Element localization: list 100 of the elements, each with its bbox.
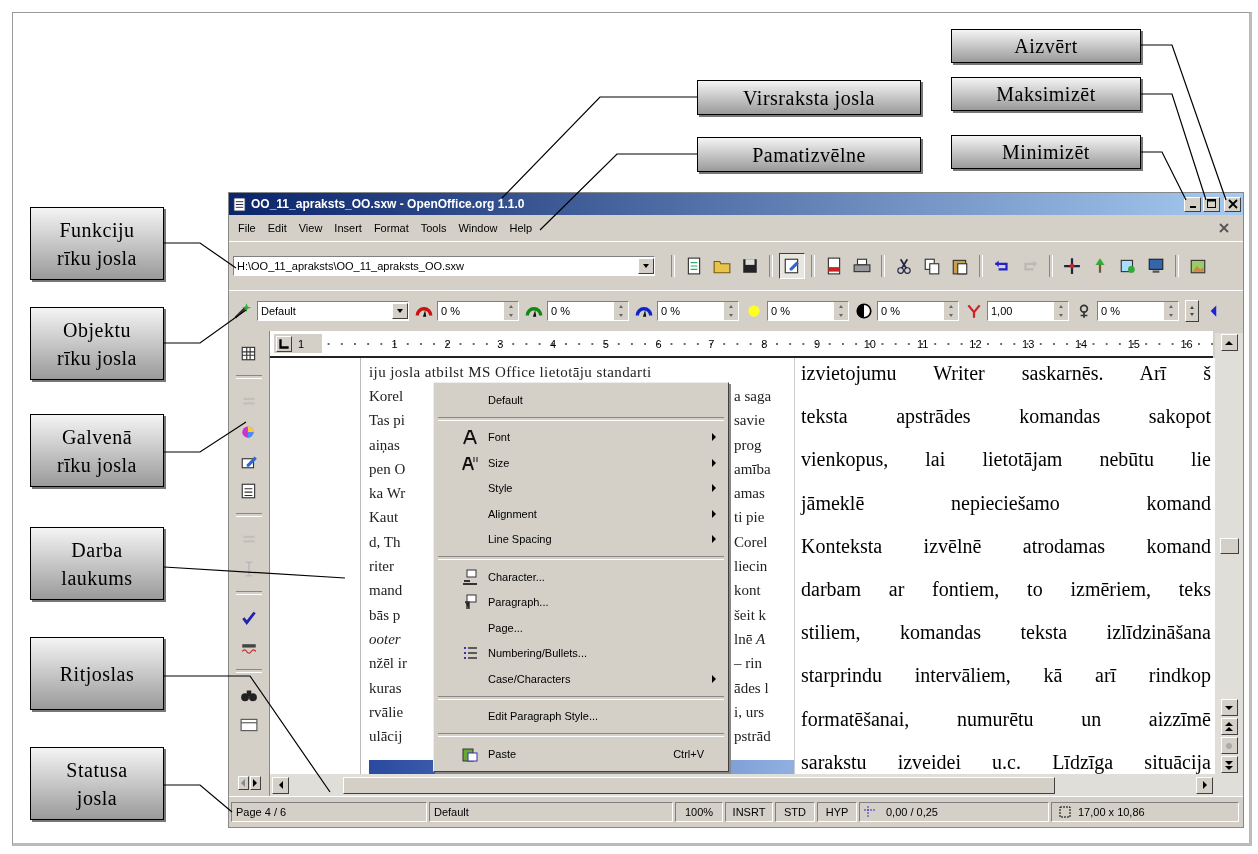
minimize-icon <box>1189 206 1196 208</box>
next-page-button[interactable] <box>1220 756 1238 773</box>
submenu-arrow-icon <box>712 484 716 493</box>
scroll-right-button[interactable] <box>1196 776 1213 794</box>
text-line: Konteksta izvēlnē atrodamas komand <box>801 533 1211 559</box>
close-button[interactable] <box>1224 196 1241 212</box>
text-fragment: a saga <box>734 388 773 406</box>
status-field: Page 4 / 6 <box>231 802 427 822</box>
edit-file-button[interactable] <box>779 253 805 279</box>
menu-item[interactable]: Insert <box>329 220 367 236</box>
spin-field[interactable]: 0 % <box>877 301 959 321</box>
maximize-button[interactable] <box>1203 196 1220 212</box>
menu-item[interactable]: Tools <box>415 220 452 236</box>
text-fragment: lnē A <box>734 630 767 649</box>
callout-label: Minimizēt <box>951 135 1141 169</box>
menu-item[interactable]: Window <box>453 220 503 236</box>
ruler-number: 15 <box>1126 336 1141 351</box>
spin-field[interactable]: 1,00 <box>987 301 1069 321</box>
ruler-number: 6 <box>654 336 663 351</box>
text-line: formatēšanai, numurētu un aizzīmē <box>801 706 1211 732</box>
menu-item[interactable]: Size <box>434 450 728 476</box>
navigation-button[interactable] <box>1220 737 1238 754</box>
text-fragment: Kaut <box>369 509 400 528</box>
scroll-right-button[interactable] <box>249 776 261 790</box>
window-title: OO_11_apraksts_OO.sxw - OpenOffice.org 1.1.0 <box>251 197 526 211</box>
callout-label: Funkciju rīku josla <box>30 207 164 280</box>
text-fragment: šeit k <box>734 606 768 625</box>
ruler-number: 1 <box>298 336 305 351</box>
menu-item[interactable]: Edit <box>262 220 292 236</box>
spin-field[interactable]: 0 % <box>547 301 629 321</box>
menu-item[interactable]: Paragraph... <box>434 589 728 615</box>
scroll-left-button[interactable] <box>272 776 289 794</box>
scroll-left-button[interactable] <box>237 776 249 790</box>
text-fragment: liecin <box>734 558 769 577</box>
text-fragment: ulācij <box>369 728 404 747</box>
document-icon <box>240 482 258 500</box>
menu-item[interactable]: Paste Ctrl+V <box>434 741 728 767</box>
menu-item[interactable]: Default <box>434 387 728 413</box>
text-fragment: ti pie <box>734 509 766 528</box>
text-fragment: ooter <box>369 630 402 649</box>
toolbar-scroll-button[interactable] <box>1185 300 1199 322</box>
character-icon <box>462 568 478 585</box>
spin-field[interactable]: 0 % <box>1097 301 1179 321</box>
ruler-number: 11 <box>915 336 930 351</box>
text-fragment: aiņas <box>369 436 401 455</box>
address-field[interactable]: H:\OO_11_apraksts\OO_11_apraksts_OO.sxw <box>233 256 655 276</box>
text-fragment: savie <box>734 412 766 431</box>
scroll-down-button[interactable] <box>1220 699 1238 716</box>
menu-item[interactable]: Alignment <box>434 501 728 527</box>
bullet-list-icon <box>462 645 478 662</box>
menu-item[interactable]: Font <box>434 424 728 450</box>
text-line: starprindu intervāliem, kā arī rindkop <box>801 663 1211 689</box>
menu-item[interactable]: Format <box>368 220 414 236</box>
object-size-icon <box>1056 806 1072 818</box>
status-field: 17,00 x 10,86 <box>1051 802 1239 822</box>
callout-label: Galvenā rīku josla <box>30 414 164 487</box>
horizontal-scrollbar[interactable] <box>270 774 1243 796</box>
status-field: STD <box>775 802 815 822</box>
printer-icon <box>853 257 871 275</box>
menu-item[interactable]: Case/Characters <box>434 666 728 692</box>
scroll-thumb[interactable] <box>343 776 1055 794</box>
sun-icon <box>745 302 763 320</box>
menu-item[interactable]: Page... <box>434 615 728 641</box>
graphics-mode-dropdown[interactable]: Default <box>257 301 409 321</box>
spin-field[interactable]: 0 % <box>437 301 519 321</box>
minimize-button[interactable] <box>1184 196 1201 212</box>
close-document-icon[interactable] <box>1219 223 1229 233</box>
document-icon <box>685 257 703 275</box>
text-line: iju josla atbilst MS Office lietotāju standarti <box>369 364 653 382</box>
menu-item[interactable]: Numbering/Bullets... <box>434 640 728 666</box>
status-field: 100% <box>675 802 723 822</box>
tab-stop-icon[interactable] <box>276 335 292 352</box>
menu-item[interactable]: Line Spacing <box>434 526 728 552</box>
font-size-icon <box>462 454 478 471</box>
text-fragment: kuras <box>369 679 403 698</box>
menu-item[interactable]: File <box>233 220 261 236</box>
pdf-document-icon <box>825 257 843 275</box>
ruler-number: 4 <box>548 336 558 351</box>
magic-wand-icon[interactable] <box>233 302 251 320</box>
menu-item[interactable]: Edit Paragraph Style... <box>434 703 728 729</box>
previous-page-button[interactable] <box>1220 718 1238 735</box>
menu-item[interactable]: Character... <box>434 564 728 590</box>
scroll-up-button[interactable] <box>1220 334 1238 351</box>
spin-field[interactable]: 0 % <box>657 301 739 321</box>
ruler-number: 3 <box>496 336 505 351</box>
menu-item[interactable]: Style <box>434 475 728 501</box>
menu-item[interactable]: View <box>293 220 328 236</box>
ruler-number: 12 <box>968 336 983 351</box>
gallery-icon <box>1119 257 1137 275</box>
text-fragment: i, urs <box>734 703 765 722</box>
submenu-arrow-icon <box>712 458 716 467</box>
dropdown-arrow-icon <box>396 307 404 315</box>
right-arrow-icon <box>1200 781 1209 789</box>
text-line: stiliem, komandas teksta izlīdzināšana <box>801 620 1211 646</box>
letter-icon <box>462 429 478 446</box>
scroll-thumb[interactable] <box>1220 538 1239 554</box>
vertical-scrollbar[interactable] <box>1215 333 1243 774</box>
maximize-icon <box>1206 199 1217 209</box>
menu-item[interactable]: Help <box>504 220 538 236</box>
spin-field[interactable]: 0 % <box>767 301 849 321</box>
